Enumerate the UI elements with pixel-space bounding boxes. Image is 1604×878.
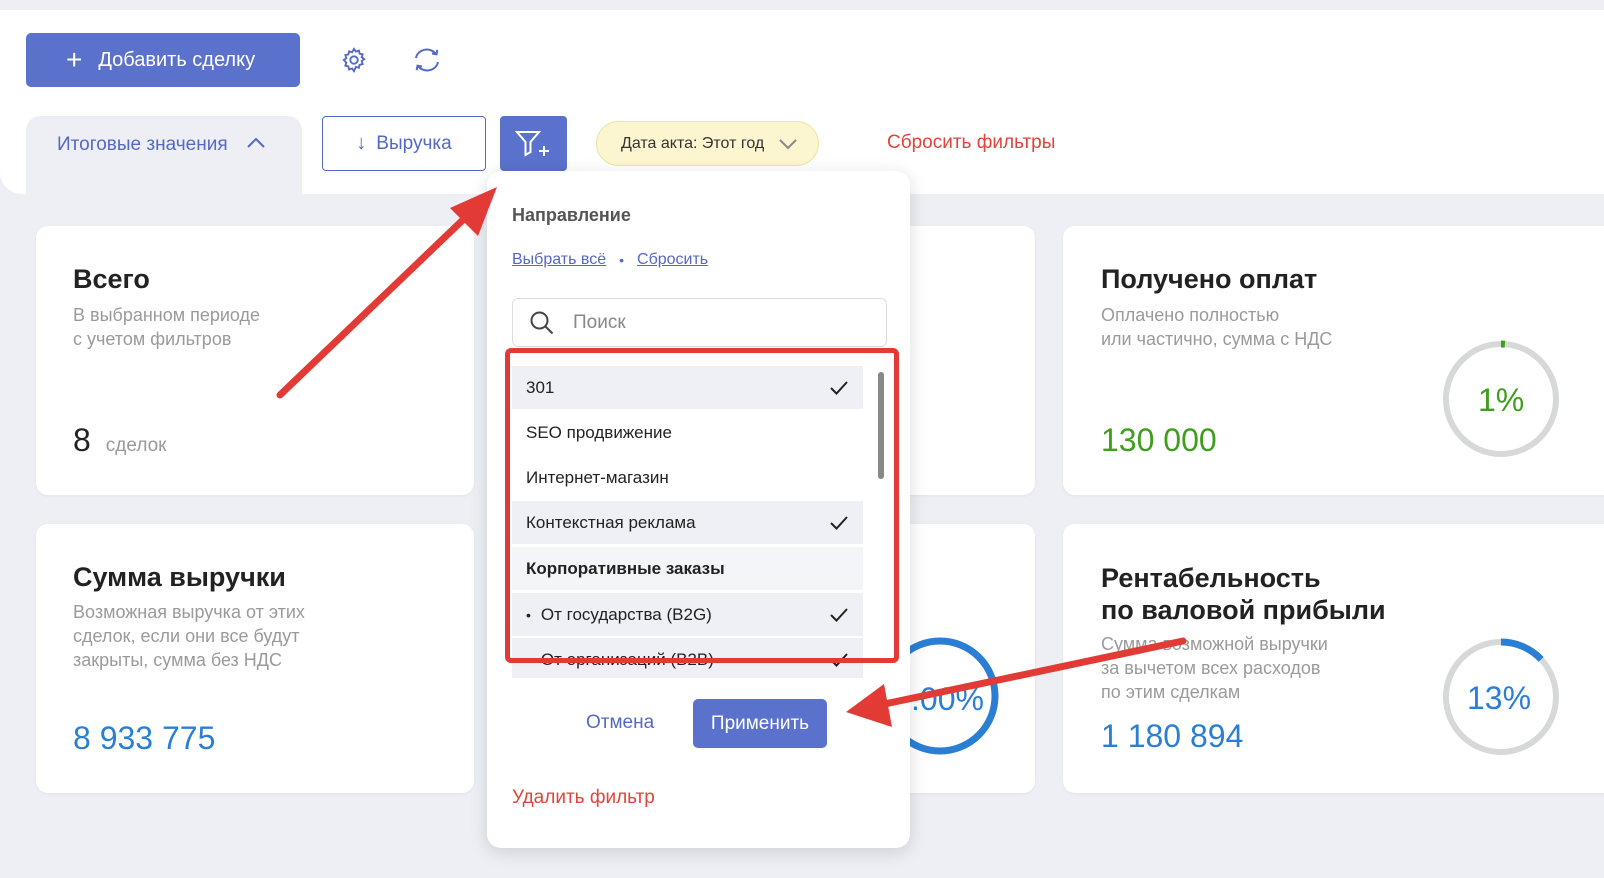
search-field[interactable] <box>512 298 887 347</box>
delete-filter-link[interactable]: Удалить фильтр <box>512 787 655 809</box>
separator-dot: • <box>619 252 625 268</box>
card-paid: Получено оплат Оплачено полностью или ча… <box>1063 226 1604 495</box>
paid-amount: 130 000 <box>1101 422 1217 458</box>
settings-button[interactable] <box>334 40 374 80</box>
refresh-button[interactable] <box>407 40 447 80</box>
chevron-down-icon <box>779 138 797 149</box>
revenue-amount: 8 933 775 <box>73 720 216 756</box>
profit-percent: 13% <box>1467 680 1532 716</box>
apply-button[interactable]: Применить <box>693 699 827 748</box>
subtitle-line: за вычетом всех расходов <box>1101 658 1321 678</box>
cancel-button[interactable]: Отмена <box>586 712 654 734</box>
arrow-down-icon: ↓ <box>356 132 367 154</box>
paid-percent: 1% <box>1478 382 1525 418</box>
card-revenue: Сумма выручки Возможная выручка от этих … <box>36 524 474 793</box>
deal-count: 8 сделок <box>73 422 167 459</box>
card-revenue-subtitle: Возможная выручка от этих сделок, если о… <box>73 600 305 672</box>
add-deal-label: Добавить сделку <box>98 48 256 71</box>
subtitle-line: Оплачено полностью <box>1101 305 1280 325</box>
card-profitability: Рентабельность по валовой прибыли Сумма … <box>1063 524 1604 793</box>
subtitle-line: с учетом фильтров <box>73 329 232 349</box>
reset-filters-link[interactable]: Сбросить фильтры <box>887 132 1055 154</box>
middle-percent: .00% <box>911 681 984 717</box>
plus-icon: + <box>66 44 83 75</box>
chevron-up-icon <box>246 137 265 148</box>
card-revenue-title: Сумма выручки <box>73 562 286 592</box>
dropdown-title: Направление <box>512 205 631 225</box>
profit-amount: 1 180 894 <box>1101 718 1244 754</box>
card-total-subtitle: В выбранном периоде с учетом фильтров <box>73 303 260 351</box>
filter-plus-icon <box>514 130 549 157</box>
subtitle-line: сделок, если они все будут <box>73 626 300 646</box>
add-deal-button[interactable]: + Добавить сделку <box>26 33 300 87</box>
revenue-sort-button[interactable]: ↓ Выручка <box>322 116 486 171</box>
title-line: по валовой прибыли <box>1101 595 1386 625</box>
card-paid-subtitle: Оплачено полностью или частично, сумма с… <box>1101 303 1332 351</box>
card-paid-title: Получено оплат <box>1101 264 1318 294</box>
refresh-icon <box>415 48 439 72</box>
reset-selection-link[interactable]: Сбросить <box>637 251 708 269</box>
deal-count-value: 8 <box>73 422 91 458</box>
title-line: Рентабельность <box>1101 563 1321 593</box>
date-filter-chip[interactable]: Дата акта: Этот год <box>596 121 819 166</box>
tab-totals-label: Итоговые значения <box>57 134 228 155</box>
tab-totals[interactable]: Итоговые значения <box>26 116 302 206</box>
subtitle-line: В выбранном периоде <box>73 305 261 325</box>
add-filter-button[interactable] <box>500 116 567 171</box>
subtitle-line: по этим сделкам <box>1101 682 1241 702</box>
date-filter-label: Дата акта: Этот год <box>621 134 765 152</box>
dropdown-links: Выбрать всё • Сбросить <box>512 251 708 269</box>
subtitle-line: Сумма возможной выручки <box>1101 634 1328 654</box>
subtitle-line: Возможная выручка от этих <box>73 602 305 622</box>
subtitle-line: закрыты, сумма без НДС <box>73 650 282 670</box>
card-profitability-title: Рентабельность по валовой прибыли <box>1101 562 1386 626</box>
gear-icon <box>342 47 366 73</box>
card-total: Всего В выбранном периоде с учетом фильт… <box>36 226 474 495</box>
card-profitability-subtitle: Сумма возможной выручки за вычетом всех … <box>1101 632 1328 704</box>
revenue-sort-label: Выручка <box>376 132 452 154</box>
search-input[interactable] <box>573 311 853 334</box>
card-total-title: Всего <box>73 264 150 294</box>
annotation-highlight-frame <box>505 348 899 663</box>
select-all-link[interactable]: Выбрать всё <box>512 251 606 269</box>
search-icon <box>530 311 554 334</box>
deal-count-unit: сделок <box>105 435 167 456</box>
subtitle-line: или частично, сумма с НДС <box>1101 329 1333 349</box>
